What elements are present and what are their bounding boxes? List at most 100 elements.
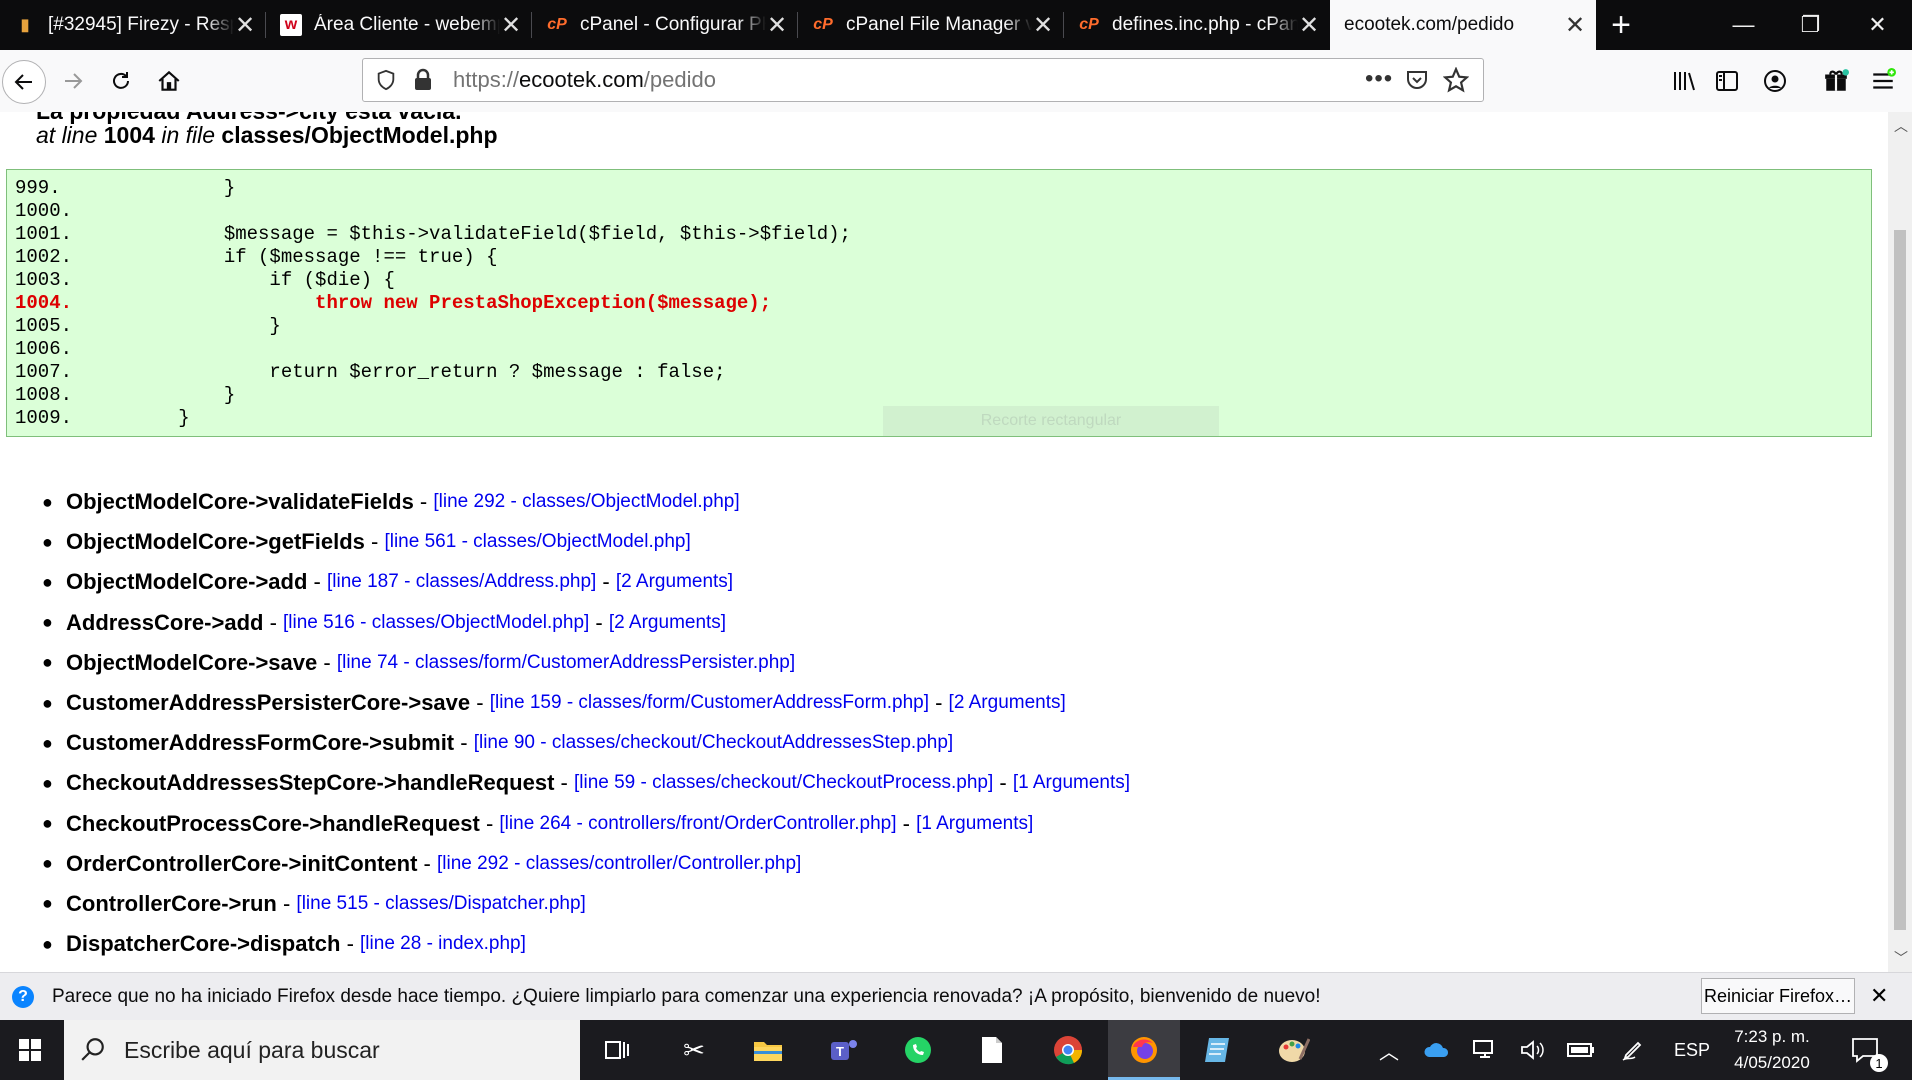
error-line-number: 1004 <box>103 122 155 148</box>
action-center-icon[interactable]: 1 <box>1840 1020 1890 1080</box>
webempresa-icon: w <box>280 14 302 36</box>
close-tab-icon[interactable]: ✕ <box>1032 11 1054 40</box>
code-line: 1008. <box>15 384 73 406</box>
menu-icon[interactable] <box>1862 60 1904 102</box>
forward-button[interactable] <box>52 60 94 102</box>
library-icon[interactable] <box>1664 60 1706 102</box>
tracking-shield-icon[interactable] <box>375 69 397 96</box>
close-notification-icon[interactable]: ✕ <box>1870 983 1888 1009</box>
close-tab-icon[interactable]: ✕ <box>234 11 256 40</box>
scrollbar-thumb[interactable] <box>1894 230 1906 930</box>
battery-icon[interactable] <box>1564 1020 1598 1080</box>
trace-location-link[interactable]: [line 59 - classes/checkout/CheckoutProc… <box>574 772 993 794</box>
browser-tab[interactable]: cP defines.inc.php - cPanel ✕ <box>1064 0 1330 50</box>
minimize-button[interactable]: — <box>1706 0 1781 50</box>
sidebar-icon[interactable] <box>1706 60 1748 102</box>
trace-location-link[interactable]: [line 292 - classes/controller/Controlle… <box>437 853 801 875</box>
trace-arguments-link[interactable]: [2 Arguments] <box>616 571 733 593</box>
code-text: return $error_return ? $message : false; <box>87 361 726 383</box>
browser-tab[interactable]: w Área Cliente - webemp ✕ <box>266 0 532 50</box>
url-bar[interactable]: https://ecootek.com/pedido ••• <box>362 58 1484 102</box>
back-button[interactable] <box>2 60 46 104</box>
code-text: $message = $this->validateField($field, … <box>87 223 851 245</box>
browser-tab[interactable]: cP cPanel - Configurar PHP ✕ <box>532 0 798 50</box>
language-indicator[interactable]: ESP <box>1664 1020 1720 1080</box>
lock-icon[interactable] <box>413 68 433 97</box>
trace-arguments-link[interactable]: [1 Arguments] <box>916 813 1033 835</box>
scroll-up-icon[interactable]: ︿ <box>1894 116 1908 136</box>
trace-location-link[interactable]: [line 515 - classes/Dispatcher.php] <box>296 893 585 915</box>
scroll-down-icon[interactable]: ﹀ <box>1894 948 1908 968</box>
pen-icon[interactable] <box>1616 1020 1650 1080</box>
chrome-icon[interactable] <box>1046 1028 1090 1072</box>
close-window-button[interactable]: ✕ <box>1840 0 1912 50</box>
windows-start-icon[interactable] <box>8 1028 52 1072</box>
trace-function: CheckoutAddressesStepCore->handleRequest <box>66 770 555 796</box>
trace-location-link[interactable]: [line 561 - classes/ObjectModel.php] <box>384 531 690 553</box>
trace-location-link[interactable]: [line 90 - classes/checkout/CheckoutAddr… <box>474 732 954 754</box>
account-icon[interactable] <box>1754 60 1796 102</box>
taskbar-search[interactable]: Escribe aquí para buscar <box>64 1020 580 1080</box>
teams-icon[interactable]: T <box>822 1028 866 1072</box>
stack-trace-list: ● ObjectModelCore->validateFields - [line… <box>42 482 1130 964</box>
tab-title: cPanel File Manager v3 <box>846 14 1032 35</box>
file-explorer-icon[interactable] <box>746 1028 790 1072</box>
firefox-icon[interactable] <box>1122 1028 1166 1072</box>
tab-title: Área Cliente - webemp <box>314 14 500 35</box>
extensions-icon[interactable] <box>1815 60 1857 102</box>
trace-location-link[interactable]: [line 516 - classes/ObjectModel.php] <box>283 612 589 634</box>
reload-button[interactable] <box>100 60 142 102</box>
snipping-tool-icon[interactable]: ✂ <box>672 1028 716 1072</box>
code-text-error: throw new PrestaShopException($message); <box>87 292 772 314</box>
browser-tab[interactable]: ▮ [#32945] Firezy - Resp ✕ <box>0 0 266 50</box>
paint-icon[interactable] <box>1272 1028 1316 1072</box>
close-tab-icon[interactable]: ✕ <box>766 11 788 40</box>
trace-location-link[interactable]: [line 159 - classes/form/CustomerAddress… <box>490 692 929 714</box>
network-icon[interactable] <box>1468 1020 1502 1080</box>
browser-tab[interactable]: cP cPanel File Manager v3 ✕ <box>798 0 1064 50</box>
onedrive-icon[interactable] <box>1420 1020 1454 1080</box>
page-actions-icon[interactable]: ••• <box>1365 65 1393 93</box>
clock[interactable]: 7:23 p. m. 4/05/2020 <box>1722 1020 1822 1080</box>
trace-function: CustomerAddressFormCore->submit <box>66 730 455 756</box>
task-view-icon[interactable] <box>595 1028 639 1072</box>
home-button[interactable] <box>148 60 190 102</box>
trace-arguments-link[interactable]: [2 Arguments] <box>949 692 1066 714</box>
refresh-firefox-button[interactable]: Reiniciar Firefox… <box>1701 978 1855 1014</box>
tray-chevron-up-icon[interactable]: ︿ <box>1374 1020 1404 1080</box>
list-item: ● CustomerAddressFormCore->submit - [line… <box>42 730 954 756</box>
notepad-icon[interactable] <box>970 1028 1014 1072</box>
code-line: 1003. <box>15 269 73 291</box>
new-tab-button[interactable]: + <box>1596 0 1646 50</box>
restore-button[interactable]: ❐ <box>1773 0 1848 50</box>
bookmark-star-icon[interactable] <box>1442 66 1470 98</box>
error-file: classes/ObjectModel.php <box>221 122 498 148</box>
code-snippet: 999. 1000. 1001. 1002. 1003. 1004. 1005.… <box>6 169 1872 437</box>
url-text[interactable]: https://ecootek.com/pedido <box>453 59 716 101</box>
whatsapp-icon[interactable] <box>896 1028 940 1072</box>
search-placeholder: Escribe aquí para buscar <box>124 1037 380 1063</box>
list-item: ● CheckoutProcessCore->handleRequest - [l… <box>42 810 1034 836</box>
trace-location-link[interactable]: [line 264 - controllers/front/OrderContr… <box>499 813 896 835</box>
close-tab-icon[interactable]: ✕ <box>500 11 522 40</box>
notes-app-icon[interactable] <box>1196 1028 1240 1072</box>
close-tab-icon[interactable]: ✕ <box>1564 11 1586 40</box>
code-line: 1007. <box>15 361 73 383</box>
pocket-icon[interactable] <box>1405 68 1429 97</box>
code-line: 1001. <box>15 223 73 245</box>
trace-function: OrderControllerCore->initContent <box>66 850 418 876</box>
trace-arguments-link[interactable]: [2 Arguments] <box>609 612 726 634</box>
trace-location-link[interactable]: [line 292 - classes/ObjectModel.php] <box>433 491 739 513</box>
trace-location-link[interactable]: [line 187 - classes/Address.php] <box>327 571 596 593</box>
trace-arguments-link[interactable]: [1 Arguments] <box>1013 772 1130 794</box>
vertical-scrollbar[interactable]: ︿ ﹀ <box>1888 112 1912 972</box>
list-item: ● ObjectModelCore->save - [line 74 - clas… <box>42 649 796 675</box>
close-tab-icon[interactable]: ✕ <box>1298 11 1320 40</box>
url-path: /pedido <box>643 67 716 92</box>
code-line: 1009. <box>15 407 73 429</box>
code-text: if ($die) { <box>87 269 395 291</box>
volume-icon[interactable] <box>1516 1020 1550 1080</box>
browser-tab-active[interactable]: ecootek.com/pedido ✕ <box>1330 0 1596 50</box>
trace-location-link[interactable]: [line 74 - classes/form/CustomerAddressP… <box>337 652 795 674</box>
trace-location-link[interactable]: [line 28 - index.php] <box>360 933 526 955</box>
